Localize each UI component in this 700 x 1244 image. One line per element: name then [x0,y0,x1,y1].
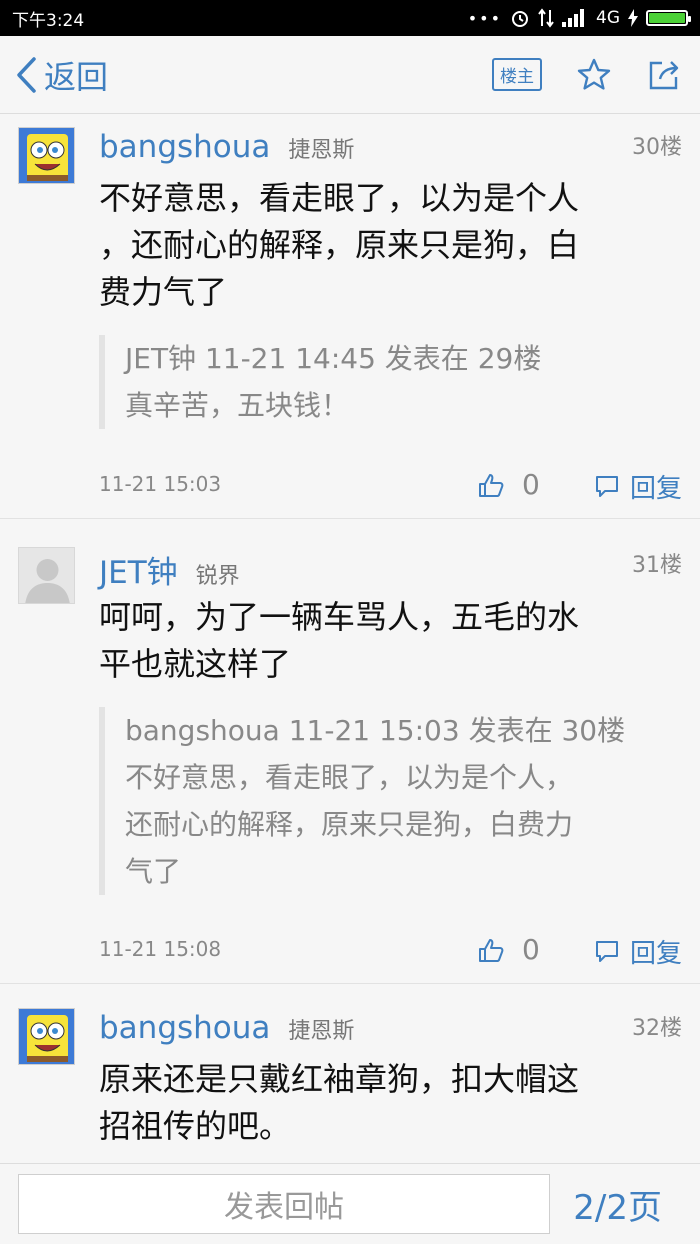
username[interactable]: bangshoua [99,1010,270,1046]
like-count: 0 [522,468,540,501]
spongebob-avatar-icon [19,1009,74,1064]
only-op-button[interactable]: 楼主 [492,58,542,91]
quoted-post: JET钟 11-21 14:45 发表在 29楼 真辛苦，五块钱！ [99,335,664,429]
avatar[interactable] [18,547,75,604]
username[interactable]: bangshoua [99,129,270,165]
reply-button[interactable]: 回复 [594,933,682,970]
comment-icon [595,475,618,497]
post-item: JET钟 锐界 31楼 呵呵，为了一辆车骂人，五毛的水 平也就这样了 bangs… [0,519,700,984]
content-line: 原来还是只戴红袖章狗，扣大帽这 [99,1060,580,1098]
post-author-row: bangshoua 捷恩斯 [99,1010,354,1046]
quote-meta: JET钟 11-21 14:45 发表在 29楼 [125,342,542,375]
thumbs-up-icon [479,473,504,497]
post-author-row: bangshoua 捷恩斯 [99,129,354,165]
post-list: bangshoua 捷恩斯 30楼 不好意思，看走眼了，以为是个人 ，还耐心的解… [0,115,700,1163]
battery-icon [646,10,691,26]
comment-icon [595,940,618,962]
content-line: 不好意思，看走眼了，以为是个人 [99,179,580,217]
quote-line: 气了 [125,855,182,888]
share-icon[interactable] [646,57,682,93]
status-indicators: ••• 4G [467,8,691,28]
quote-line: 真辛苦，五块钱！ [125,389,350,422]
network-type: 4G [596,8,620,28]
status-time: 下午3:24 [12,10,85,31]
chevron-left-icon [17,56,36,93]
charging-icon [628,9,638,27]
floor-number: 31楼 [632,553,682,578]
header-actions: 楼主 [492,57,682,93]
quoted-post: bangshoua 11-21 15:03 发表在 30楼 不好意思，看走眼了，… [99,707,664,895]
content-line: 招祖传的吧。 [99,1107,292,1145]
page-indicator[interactable]: 2/2页 [573,1180,662,1229]
post-item: bangshoua 捷恩斯 30楼 不好意思，看走眼了，以为是个人 ，还耐心的解… [0,115,700,519]
device-tag: 锐界 [195,564,240,589]
content-line: 费力气了 [99,273,228,311]
reply-label: 回复 [629,474,682,504]
reply-input[interactable]: 发表回帖 [18,1174,550,1234]
avatar[interactable] [18,1008,75,1065]
back-label: 返回 [44,57,109,96]
avatar[interactable] [18,127,75,184]
signal-icon [562,9,584,27]
quote-meta: bangshoua 11-21 15:03 发表在 30楼 [125,714,626,747]
like-button[interactable]: 0 [478,468,540,501]
like-count: 0 [522,933,540,966]
post-content: 呵呵，为了一辆车骂人，五毛的水 平也就这样了 [99,594,664,688]
quote-line: 还耐心的解释，原来只是狗，白费力 [125,808,574,841]
data-transfer-icon [538,8,554,28]
back-button[interactable]: 返回 [14,52,108,98]
post-item: bangshoua 捷恩斯 32楼 原来还是只戴红袖章狗，扣大帽这 招祖传的吧。 [0,984,700,1163]
spongebob-avatar-icon [19,128,74,183]
content-line: 平也就这样了 [99,645,292,683]
status-bar: 下午3:24 ••• 4G [0,0,700,36]
like-button[interactable]: 0 [478,933,540,966]
notification-dots-icon: ••• [467,8,502,28]
content-line: ，还耐心的解释，原来只是狗，白 [99,226,580,264]
default-user-avatar-icon [19,548,74,603]
alarm-icon [512,11,528,27]
thumbs-up-icon [479,938,504,962]
post-time: 11-21 15:03 [99,472,222,496]
post-author-row: JET钟 锐界 [99,547,240,592]
post-time: 11-21 15:08 [99,937,222,961]
device-tag: 捷恩斯 [288,138,355,163]
post-content: 原来还是只戴红袖章狗，扣大帽这 招祖传的吧。 [99,1056,664,1150]
bottom-bar: 发表回帖 2/2页 [0,1163,700,1244]
device-tag: 捷恩斯 [288,1019,355,1044]
post-content: 不好意思，看走眼了，以为是个人 ，还耐心的解释，原来只是狗，白 费力气了 [99,175,664,316]
top-nav-bar: 返回 楼主 [0,36,700,114]
content-line: 呵呵，为了一辆车骂人，五毛的水 [99,598,580,636]
floor-number: 32楼 [632,1016,682,1041]
quote-line: 不好意思，看走眼了，以为是个人， [125,761,574,794]
star-icon[interactable] [576,57,612,93]
floor-number: 30楼 [632,135,682,160]
username[interactable]: JET钟 [99,547,178,592]
reply-button[interactable]: 回复 [594,468,682,505]
reply-label: 回复 [629,939,682,969]
